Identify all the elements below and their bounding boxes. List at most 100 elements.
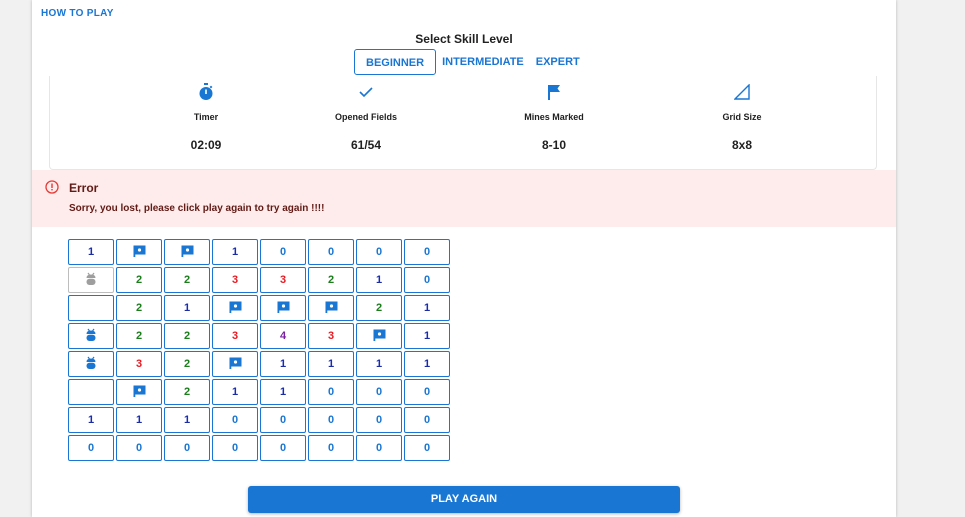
board-cell-mine[interactable] — [68, 323, 114, 349]
board-cell-number[interactable]: 0 — [356, 435, 402, 461]
board-cell-number[interactable]: 0 — [308, 435, 354, 461]
board-cell-number[interactable]: 2 — [164, 267, 210, 293]
stat-opened-fields: Opened Fields 61/54 — [306, 76, 426, 152]
board-cell-number[interactable]: 0 — [404, 267, 450, 293]
board-cell-empty[interactable] — [68, 379, 114, 405]
board-cell-number[interactable]: 0 — [404, 435, 450, 461]
board-cell-number[interactable]: 1 — [116, 407, 162, 433]
board-cell-number[interactable]: 1 — [356, 267, 402, 293]
board-cell-number[interactable]: 0 — [404, 239, 450, 265]
board-cell-number[interactable]: 2 — [164, 379, 210, 405]
board-cell-number[interactable]: 2 — [116, 323, 162, 349]
stat-mines-marked: Mines Marked 8-10 — [494, 76, 614, 152]
board-cell-number[interactable]: 3 — [308, 323, 354, 349]
board-cell-number[interactable]: 1 — [356, 351, 402, 377]
board-cell-number[interactable]: 0 — [212, 435, 258, 461]
grey-bug-icon — [85, 272, 97, 289]
board-cell-number[interactable]: 1 — [164, 407, 210, 433]
board-cell-number[interactable]: 0 — [68, 435, 114, 461]
board-cell-number[interactable]: 1 — [308, 351, 354, 377]
board-cell-number[interactable]: 1 — [212, 239, 258, 265]
board-cell-number[interactable]: 0 — [212, 407, 258, 433]
stat-grid-size: Grid Size 8x8 — [682, 76, 802, 152]
opened-fields-value: 61/54 — [350, 138, 382, 152]
board-cell-flagged[interactable] — [356, 323, 402, 349]
stat-label: Opened Fields — [334, 112, 397, 122]
board-cell-number[interactable]: 1 — [404, 323, 450, 349]
board-cell-number[interactable]: 3 — [116, 351, 162, 377]
board-cell-mine[interactable] — [68, 267, 114, 293]
board-cell-number[interactable]: 1 — [404, 351, 450, 377]
board-cell-number[interactable]: 0 — [356, 379, 402, 405]
board-cell-number[interactable]: 1 — [68, 407, 114, 433]
flag-icon — [229, 357, 242, 372]
game-card: HOW TO PLAY Select Skill Level BEGINNER … — [32, 0, 896, 517]
board-cell-number[interactable]: 3 — [260, 267, 306, 293]
board-cell-number[interactable]: 2 — [116, 295, 162, 321]
board-cell-number[interactable]: 1 — [164, 295, 210, 321]
board-cell-number[interactable]: 2 — [356, 295, 402, 321]
board-cell-number[interactable]: 2 — [308, 267, 354, 293]
board-cell-number[interactable]: 1 — [260, 379, 306, 405]
stat-label: Grid Size — [722, 112, 762, 122]
minesweeper-board: 1100002233210212122343132111121100011100… — [68, 239, 452, 463]
stat-label: Timer — [193, 112, 219, 122]
board-cell-number[interactable]: 0 — [308, 239, 354, 265]
stat-timer: Timer 02:09 — [146, 76, 266, 152]
board-cell-number[interactable]: 3 — [212, 267, 258, 293]
board-cell-number[interactable]: 0 — [260, 435, 306, 461]
board-cell-flagged[interactable] — [212, 295, 258, 321]
board-cell-number[interactable]: 3 — [212, 323, 258, 349]
flag-icon — [494, 82, 614, 102]
how-to-play-link[interactable]: HOW TO PLAY — [41, 8, 114, 19]
flag-icon — [133, 245, 146, 260]
stats-panel: Timer 02:09 Opened Fields 61/54 Mines Ma… — [49, 76, 877, 170]
board-cell-flagged[interactable] — [164, 239, 210, 265]
flag-icon — [229, 301, 242, 316]
board-cell-number[interactable]: 0 — [356, 407, 402, 433]
board-cell-number[interactable]: 2 — [164, 351, 210, 377]
flag-icon — [373, 329, 386, 344]
board-cell-number[interactable]: 0 — [116, 435, 162, 461]
flag-icon — [181, 245, 194, 260]
skill-intermediate-button[interactable]: INTERMEDIATE — [436, 49, 530, 75]
error-alert: Error Sorry, you lost, please click play… — [32, 170, 896, 227]
stat-label: Mines Marked — [524, 112, 584, 122]
board-cell-mine[interactable] — [68, 351, 114, 377]
triangle-ruler-icon — [682, 82, 802, 102]
board-cell-number[interactable]: 1 — [260, 351, 306, 377]
grid-size-value: 8x8 — [731, 138, 753, 152]
board-cell-flagged[interactable] — [116, 379, 162, 405]
board-cell-number[interactable]: 0 — [260, 407, 306, 433]
skill-beginner-button[interactable]: BEGINNER — [354, 49, 437, 75]
board-cell-number[interactable]: 1 — [68, 239, 114, 265]
skill-expert-button[interactable]: EXPERT — [530, 49, 586, 75]
play-again-button[interactable]: PLAY AGAIN — [248, 486, 680, 513]
board-cell-number[interactable]: 1 — [212, 379, 258, 405]
bug-icon — [85, 356, 97, 373]
stopwatch-icon — [146, 82, 266, 102]
board-cell-number[interactable]: 2 — [116, 267, 162, 293]
board-cell-flagged[interactable] — [212, 351, 258, 377]
alert-message: Sorry, you lost, please click play again… — [69, 203, 325, 214]
board-cell-number[interactable]: 0 — [260, 239, 306, 265]
board-cell-number[interactable]: 2 — [164, 323, 210, 349]
mines-marked-value: 8-10 — [541, 138, 567, 152]
board-cell-number[interactable]: 0 — [308, 379, 354, 405]
flag-icon — [277, 301, 290, 316]
board-cell-flagged[interactable] — [116, 239, 162, 265]
board-cell-number[interactable]: 4 — [260, 323, 306, 349]
board-cell-number[interactable]: 0 — [356, 239, 402, 265]
board-cell-number[interactable]: 0 — [308, 407, 354, 433]
skill-level-title: Select Skill Level — [415, 32, 513, 46]
board-cell-number[interactable]: 0 — [404, 379, 450, 405]
board-cell-flagged[interactable] — [260, 295, 306, 321]
board-cell-number[interactable]: 0 — [164, 435, 210, 461]
error-outline-icon — [45, 180, 59, 199]
bug-icon — [85, 328, 97, 345]
board-cell-number[interactable]: 1 — [404, 295, 450, 321]
alert-title: Error — [69, 181, 99, 195]
board-cell-flagged[interactable] — [308, 295, 354, 321]
board-cell-number[interactable]: 0 — [404, 407, 450, 433]
board-cell-empty[interactable] — [68, 295, 114, 321]
